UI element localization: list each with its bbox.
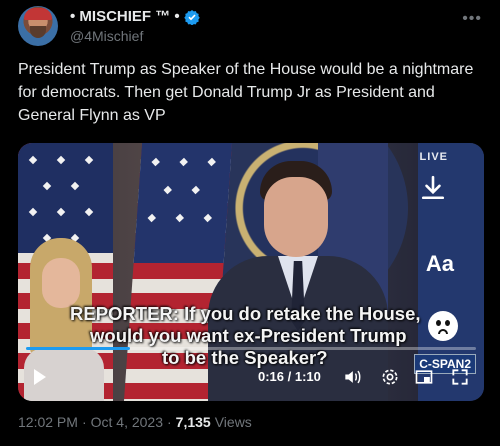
star [28, 155, 38, 165]
star [56, 155, 66, 165]
video-caption: REPORTER: If you do retake the House, wo… [70, 303, 450, 369]
tweet-date[interactable]: Oct 4, 2023 [91, 414, 163, 430]
face-shape [264, 177, 328, 257]
star [191, 185, 200, 195]
caption-line-1: REPORTER: If you do retake the House, [70, 303, 421, 324]
progress-bar[interactable] [26, 347, 476, 350]
star [56, 207, 66, 217]
fullscreen-icon[interactable] [450, 367, 470, 387]
face-shape [42, 258, 80, 308]
star [151, 157, 160, 167]
handle[interactable]: @4Mischief [70, 28, 143, 44]
star [84, 155, 94, 165]
avatar[interactable] [18, 6, 58, 46]
picture-in-picture-icon[interactable] [414, 367, 434, 387]
tweet-time[interactable]: 12:02 PM [18, 414, 78, 430]
tweet-text: President Trump as Speaker of the House … [18, 61, 474, 124]
star [84, 207, 94, 217]
star [175, 213, 185, 223]
volume-icon[interactable] [342, 367, 362, 387]
separator: · [81, 414, 87, 430]
settings-gear-icon[interactable] [380, 367, 400, 387]
caption-line-2: would you want ex-President Trump [90, 325, 407, 346]
star [70, 181, 80, 191]
more-options-icon[interactable]: ••• [462, 10, 482, 28]
cap-shape [24, 8, 52, 20]
live-label: LIVE [419, 151, 448, 163]
download-icon[interactable] [420, 175, 446, 201]
star [163, 185, 172, 195]
beard-shape [30, 26, 46, 38]
views-count: 7,135 [175, 414, 211, 430]
name-row: • MISCHIEF ™ • [70, 8, 200, 25]
verified-badge-icon[interactable] [183, 9, 200, 25]
play-icon[interactable] [34, 369, 46, 385]
subtitles-button[interactable]: Aa [426, 251, 454, 277]
star [42, 181, 52, 191]
views-label: Views [214, 414, 252, 430]
separator: · [167, 414, 172, 430]
time-display: 0:16 / 1:10 [258, 369, 321, 384]
flag-canton [18, 143, 113, 253]
tweet-meta: 12:02 PM · Oct 4, 2023 · 7,135 Views [18, 414, 252, 430]
star [179, 157, 188, 167]
tweet-header: • MISCHIEF ™ • @4Mischief ••• [18, 6, 482, 50]
display-name[interactable]: • MISCHIEF ™ • [70, 8, 180, 25]
star [28, 207, 38, 217]
caption-line-3: to be the Speaker? [162, 347, 328, 368]
video-player[interactable]: LIVE Aa REPORTER: If you do retake the H… [18, 143, 484, 401]
star [147, 213, 157, 223]
progress-fill [26, 347, 130, 350]
